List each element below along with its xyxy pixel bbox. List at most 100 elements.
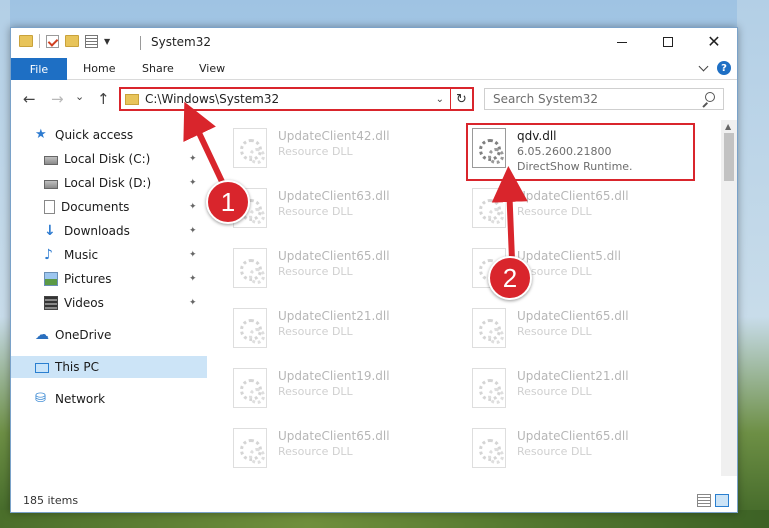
list-item[interactable]: UpdateClient65.dll Resource DLL: [472, 308, 697, 358]
file-type: Resource DLL: [517, 385, 592, 398]
title-divider: [140, 36, 141, 50]
back-arrow-icon[interactable]: ←: [23, 90, 36, 108]
file-name: UpdateClient65.dll: [517, 189, 629, 203]
file-type: Resource DLL: [517, 265, 592, 278]
new-folder-icon[interactable]: [65, 35, 79, 47]
sidebar-item-music[interactable]: ♪ Music ✦: [11, 244, 207, 266]
tiles-view-icon[interactable]: [715, 494, 729, 507]
maximize-button[interactable]: [645, 28, 691, 56]
recent-locations-chevron-icon[interactable]: ⌄: [75, 90, 84, 103]
refresh-icon[interactable]: ↻: [450, 89, 472, 109]
navigation-pane: ★ Quick access Local Disk (C:) ✦ Local D…: [11, 120, 207, 476]
sidebar-item-label: Documents: [61, 200, 130, 214]
step-2-badge: 2: [488, 256, 532, 300]
customize-toolbar-chevron-icon[interactable]: ▼: [104, 37, 110, 46]
pin-icon[interactable]: ✦: [189, 154, 203, 164]
sidebar-item-pictures[interactable]: Pictures ✦: [11, 268, 207, 290]
sidebar-item-label: Network: [55, 392, 106, 406]
scroll-up-icon[interactable]: ▲: [725, 122, 731, 131]
music-icon: ♪: [44, 247, 53, 263]
pin-icon[interactable]: ✦: [189, 298, 203, 308]
sidebar-item-label: Local Disk (D:): [64, 176, 152, 190]
expand-ribbon-chevron-icon[interactable]: [698, 61, 709, 71]
sidebar-item-documents[interactable]: Documents ✦: [11, 196, 207, 218]
list-item[interactable]: UpdateClient21.dll Resource DLL: [472, 368, 697, 418]
search-box[interactable]: Search System32: [484, 88, 724, 110]
sidebar-item-videos[interactable]: Videos ✦: [11, 292, 207, 314]
minimize-button[interactable]: [599, 28, 645, 56]
pin-icon[interactable]: ✦: [189, 178, 203, 188]
file-type: Resource DLL: [278, 385, 353, 398]
pictures-icon: [44, 272, 58, 286]
list-item[interactable]: UpdateClient65.dll Resource DLL: [472, 188, 697, 238]
file-name: UpdateClient21.dll: [517, 369, 629, 383]
properties-icon[interactable]: [85, 34, 98, 48]
sidebar-item-downloads[interactable]: ↓ Downloads ✦: [11, 220, 207, 242]
file-type: Resource DLL: [517, 325, 592, 338]
list-item[interactable]: UpdateClient19.dll Resource DLL: [233, 368, 458, 418]
dll-file-icon: [472, 308, 506, 348]
sidebar-item-quick-access[interactable]: ★ Quick access: [11, 124, 207, 146]
scrollbar-thumb[interactable]: [724, 133, 734, 181]
sidebar-item-onedrive[interactable]: ☁ OneDrive: [11, 324, 207, 346]
pin-icon[interactable]: ✦: [189, 202, 203, 212]
document-icon: [44, 200, 55, 214]
forward-arrow-icon[interactable]: →: [51, 90, 64, 108]
dll-file-icon: [233, 308, 267, 348]
list-item[interactable]: UpdateClient65.dll Resource DLL: [233, 428, 458, 476]
file-type: Resource DLL: [517, 445, 592, 458]
search-input[interactable]: Search System32: [493, 92, 701, 106]
pin-icon[interactable]: ✦: [189, 274, 203, 284]
sidebar-item-label: Videos: [64, 296, 104, 310]
sidebar-item-network[interactable]: ⛁ Network: [11, 388, 207, 410]
up-arrow-icon[interactable]: ↑: [97, 90, 110, 108]
folder-icon[interactable]: [19, 35, 33, 47]
sidebar-item-this-pc[interactable]: This PC: [11, 356, 207, 378]
sidebar-item-local-disk-c[interactable]: Local Disk (C:) ✦: [11, 148, 207, 170]
sidebar-item-label: Local Disk (C:): [64, 152, 151, 166]
tab-share[interactable]: Share: [142, 62, 174, 75]
properties-check-icon[interactable]: [46, 34, 59, 48]
file-name: UpdateClient19.dll: [278, 369, 390, 383]
dll-file-icon: [472, 188, 506, 228]
help-icon[interactable]: ?: [717, 61, 731, 75]
details-view-icon[interactable]: [697, 494, 711, 507]
star-icon: ★: [35, 127, 47, 142]
video-icon: [44, 296, 58, 310]
sidebar-item-label: OneDrive: [55, 328, 112, 342]
tab-home[interactable]: Home: [83, 62, 115, 75]
sidebar-item-label: Quick access: [55, 128, 134, 142]
list-item[interactable]: UpdateClient42.dll Resource DLL: [233, 128, 458, 178]
file-type: Resource DLL: [278, 205, 353, 218]
tab-view[interactable]: View: [199, 62, 225, 75]
address-path[interactable]: C:\Windows\System32: [145, 92, 436, 106]
list-item[interactable]: UpdateClient21.dll Resource DLL: [233, 308, 458, 358]
file-name: UpdateClient65.dll: [517, 429, 629, 443]
ribbon-right-controls: ?: [698, 61, 731, 75]
pin-icon[interactable]: ✦: [189, 250, 203, 260]
ribbon-tabs: File Home Share View ?: [11, 58, 737, 80]
window-controls: ✕: [599, 28, 737, 56]
sidebar-item-local-disk-d[interactable]: Local Disk (D:) ✦: [11, 172, 207, 194]
pin-icon[interactable]: ✦: [189, 226, 203, 236]
address-dropdown-chevron-icon[interactable]: ⌄: [436, 94, 444, 105]
file-name: UpdateClient65.dll: [517, 309, 629, 323]
dll-file-icon: [233, 248, 267, 288]
close-icon: ✕: [707, 32, 721, 51]
address-bar[interactable]: C:\Windows\System32 ⌄ ↻: [119, 87, 474, 111]
maximize-icon: [663, 37, 673, 47]
search-icon[interactable]: [701, 92, 715, 106]
list-item[interactable]: UpdateClient65.dll Resource DLL: [472, 428, 697, 476]
step-1-badge: 1: [206, 180, 250, 224]
list-item[interactable]: UpdateClient63.dll Resource DLL: [233, 188, 458, 238]
desktop-background-left: [0, 0, 10, 528]
view-toggle: [697, 494, 729, 507]
close-button[interactable]: ✕: [691, 28, 737, 56]
tab-file[interactable]: File: [11, 58, 67, 80]
list-item[interactable]: UpdateClient65.dll Resource DLL: [233, 248, 458, 298]
computer-icon: [35, 363, 49, 373]
window-title: System32: [151, 35, 212, 49]
vertical-scrollbar[interactable]: ▲: [721, 120, 737, 476]
sidebar-item-label: Pictures: [64, 272, 112, 286]
desktop-background-right: [737, 0, 769, 528]
